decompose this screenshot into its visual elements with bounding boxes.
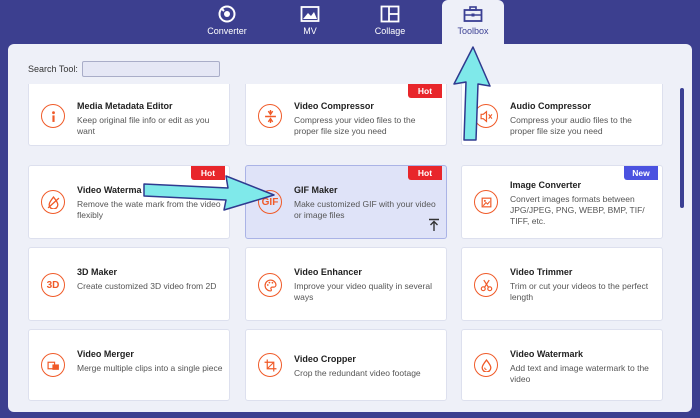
tool-desc: Compress your audio files to the proper … <box>510 115 632 136</box>
hot-badge: Hot <box>408 84 442 98</box>
tool-desc: Compress your video files to the proper … <box>294 115 416 136</box>
crop-icon <box>258 353 282 377</box>
search-label: Search Tool: <box>28 64 78 74</box>
hot-badge: Hot <box>408 166 442 180</box>
3d-icon-text: 3D <box>46 279 60 291</box>
tool-title: Video Watermark <box>510 349 584 359</box>
tool-desc: Keep original file info or edit as you w… <box>77 115 210 136</box>
image-converter-icon <box>474 190 498 214</box>
tool-title: 3D Maker <box>77 267 118 277</box>
tool-desc: Create customized 3D video from 2D <box>77 281 217 291</box>
annotation-arrow-up <box>453 46 491 141</box>
tool-card-video-merger[interactable]: Video Merger Merge multiple clips into a… <box>28 329 230 401</box>
search-input[interactable] <box>81 61 220 77</box>
toolbox-panel: Search Tool: Media Metadata Editor Keep … <box>8 44 692 412</box>
new-badge: New <box>624 166 658 180</box>
tool-desc: Trim or cut your videos to the perfect l… <box>510 281 649 302</box>
tab-converter[interactable]: Converter <box>195 0 259 44</box>
tool-title: Image Converter <box>510 180 582 190</box>
tool-card-video-compressor[interactable]: Hot Video Compressor Compress your video… <box>245 84 447 146</box>
tool-card-video-cropper[interactable]: Video Cropper Crop the redundant video f… <box>245 329 447 401</box>
tool-title: Video Enhancer <box>294 267 362 277</box>
tool-desc: Improve your video quality in several wa… <box>294 281 432 302</box>
watermark-icon <box>474 353 498 377</box>
tab-collage-label: Collage <box>374 26 406 36</box>
tool-card-video-trimmer[interactable]: Video Trimmer Trim or cut your videos to… <box>461 247 663 321</box>
tab-mv[interactable]: MV <box>285 0 335 44</box>
palette-icon <box>258 273 282 297</box>
tool-title: Audio Compressor <box>510 101 592 111</box>
tool-desc: Merge multiple clips into a single piece <box>77 363 223 373</box>
top-nav: Converter MV Collage Toolbox <box>0 0 700 44</box>
scrollbar[interactable] <box>680 88 684 208</box>
tab-collage[interactable]: Collage <box>360 0 420 44</box>
upload-icon[interactable] <box>428 218 440 232</box>
tool-card-video-watermark[interactable]: Video Watermark Add text and image water… <box>461 329 663 401</box>
converter-icon <box>218 5 236 23</box>
mv-icon <box>300 6 320 22</box>
compress-icon <box>258 104 282 128</box>
tool-title: Video Merger <box>77 349 134 359</box>
tool-title: Video Trimmer <box>510 267 573 277</box>
merge-icon <box>41 353 65 377</box>
tool-desc: Add text and image watermark to the vide… <box>510 363 649 384</box>
tool-title: Media Metadata Editor <box>77 101 173 111</box>
tool-card-video-enhancer[interactable]: Video Enhancer Improve your video qualit… <box>245 247 447 321</box>
tab-toolbox[interactable]: Toolbox <box>442 0 504 44</box>
tab-toolbox-label: Toolbox <box>457 26 489 36</box>
collage-icon <box>380 5 400 23</box>
tab-mv-label: MV <box>303 26 317 36</box>
tool-desc: Convert images formats between JPG/JPEG,… <box>510 194 645 226</box>
tool-title: Video Cropper <box>294 354 356 364</box>
annotation-arrow-right <box>143 175 275 211</box>
search-row: Search Tool: <box>28 60 220 78</box>
tool-card-image-converter[interactable]: New Image Converter Convert images forma… <box>461 165 663 239</box>
watermark-remove-icon <box>41 190 65 214</box>
tool-title: Video Waterma <box>77 185 142 195</box>
tool-card-3d-maker[interactable]: 3D 3D Maker Create customized 3D video f… <box>28 247 230 321</box>
tab-converter-label: Converter <box>207 26 247 36</box>
toolbox-icon <box>463 6 483 22</box>
tool-title: GIF Maker <box>294 185 338 195</box>
info-icon <box>41 104 65 128</box>
scissors-icon <box>474 273 498 297</box>
3d-icon: 3D <box>41 273 65 297</box>
tool-desc: Crop the redundant video footage <box>294 368 421 378</box>
tool-title: Video Compressor <box>294 101 374 111</box>
tool-desc: Make customized GIF with your video or i… <box>294 199 436 220</box>
tool-card-media-metadata-editor[interactable]: Media Metadata Editor Keep original file… <box>28 84 230 146</box>
